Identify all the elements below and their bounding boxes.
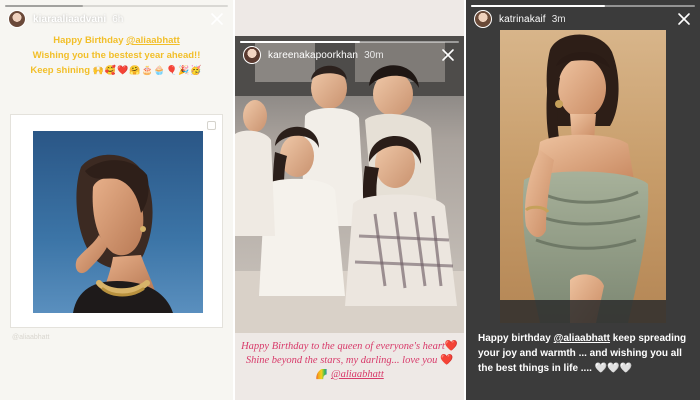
red-heart-emoji: ❤️ [440,355,454,366]
mention-link[interactable]: @aliaabhatt [331,369,384,380]
red-heart-emoji: ❤️ [117,65,130,75]
story-header: kiaraaliaadvani 6h [8,9,225,29]
smiling-hearts-emoji: 🥰 [104,65,118,75]
story-username[interactable]: kiaraaliaadvani [33,14,106,25]
raised-hands-emoji: 🙌 [92,65,105,75]
hugging-face-emoji: 🤗 [129,65,142,75]
avatar[interactable] [474,10,492,28]
birthday-cake-emoji: 🎂 [141,65,154,75]
caption-text-part1: Happy Birthday to the queen of everyone'… [241,341,445,352]
shared-post-card[interactable] [10,114,223,328]
post-watermark: @aliaabhatt [12,334,50,341]
story-progress-fill [471,5,606,7]
white-hearts-emoji: 🤍🤍🤍 [594,363,633,374]
caption-text-part2: Shine beyond the stars, my darling... lo… [245,355,441,366]
story-timestamp: 6h [112,13,124,25]
party-popper-emoji: 🎉 [178,65,191,75]
story-panel-kiaraaliaadvani[interactable]: kiaraaliaadvani 6h Happy Birthday @aliaa… [0,0,233,400]
shine-line: Keep shining [30,65,91,76]
avatar[interactable] [8,10,26,28]
rainbow-emoji: 🌈 [315,369,329,380]
avatar[interactable] [243,46,261,64]
balloon-emoji: 🎈 [165,65,179,75]
story-progress-fill [240,41,361,43]
caption-prefix: Happy birthday [478,333,554,344]
story-text: Happy Birthday @aliaabhatt Wishing you t… [6,33,227,78]
story-progress-fill [5,5,84,7]
story-timestamp: 30m [364,49,384,61]
story-timestamp: 3m [551,13,566,25]
story-panel-katrinakaif[interactable]: katrinakaif 3m Happy birthday @aliaabhat… [466,0,700,400]
story-header: katrinakaif 3m [474,9,692,29]
story-panel-kareenakapoorkhan[interactable]: kareenakapoorkhan 30m Happy Birthday to … [235,0,464,400]
party-face-emoji: 🥳 [190,65,203,75]
story-caption: Happy birthday @aliaabhatt keep spreadin… [478,331,690,376]
wish-line: Wishing you the bestest year ahead!! [32,50,201,61]
close-icon[interactable] [209,11,225,27]
close-icon[interactable] [676,11,692,27]
story-progress-bar [240,41,459,43]
cupcake-emoji: 🧁 [153,65,166,75]
story-username[interactable]: kareenakapoorkhan [268,50,358,61]
story-header: kareenakapoorkhan 30m [243,45,456,65]
story-username[interactable]: katrinakaif [499,14,546,25]
greeting-prefix: Happy Birthday [53,35,127,46]
portrait-photo [33,131,203,313]
group-photo: kareenakapoorkhan 30m [235,36,464,333]
story-caption: Happy Birthday to the queen of everyone'… [241,340,458,382]
corner-mark-icon [207,121,216,130]
mention-link[interactable]: @aliaabhatt [554,333,610,344]
story-progress-bar [471,5,695,7]
mention-link[interactable]: @aliaabhatt [126,35,180,46]
close-icon[interactable] [440,47,456,63]
portrait-photo [500,30,666,323]
story-progress-bar [5,5,228,7]
red-heart-emoji: ❤️ [444,341,458,352]
emoji-row: 🙌🥰❤️🤗🎂🧁🎈🎉🥳 [93,65,203,75]
